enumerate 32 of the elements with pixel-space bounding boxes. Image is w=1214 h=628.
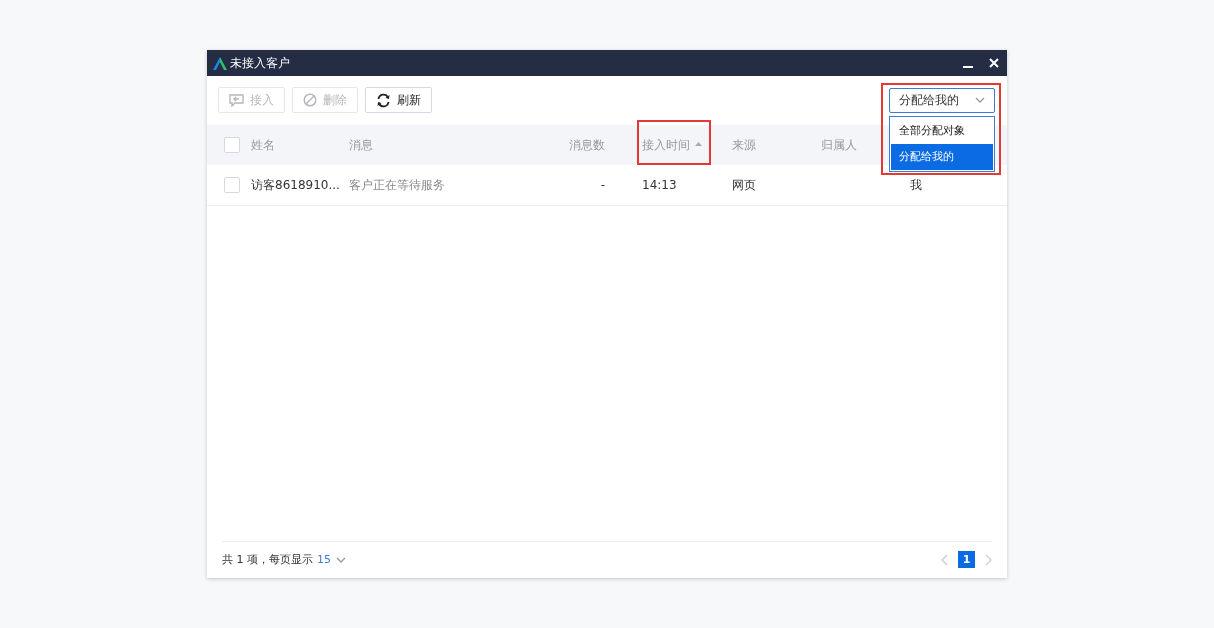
column-header[interactable]: 姓名 [251,136,275,154]
column-header[interactable]: 消息数 [569,136,605,154]
item-count-text: 共 1 项，每页显示 [222,552,313,567]
window-title: 未接入客户 [230,54,290,72]
chevron-right-icon[interactable] [985,553,992,566]
refresh-button[interactable]: 刷新 [365,87,432,113]
select-all-checkbox[interactable] [224,137,240,153]
row-checkbox[interactable] [224,177,240,193]
table-cell: - [600,178,605,192]
dropdown-option[interactable]: 分配给我的 [891,143,993,170]
column-header[interactable]: 接入时间 [642,136,702,154]
chat-arrow-icon [229,93,244,107]
table-row[interactable]: 访客8618910... 客户正在等待服务 - 14:13 网页 我 [207,165,1007,206]
table-cell: 访客8618910... [251,177,340,192]
refresh-icon [376,92,391,108]
logo-icon [213,56,227,70]
close-icon[interactable] [989,58,999,68]
page-button[interactable]: 1 [958,551,975,568]
table-cell: 14:13 [642,178,677,192]
chevron-down-icon [975,97,985,103]
table-cell: 网页 [732,177,756,192]
table-cell: 客户正在等待服务 [349,177,445,192]
prohibited-icon [303,93,317,107]
table-cell: 我 [910,177,922,192]
dropdown-option[interactable]: 全部分配对象 [891,117,993,144]
column-header[interactable]: 归属人 [821,136,857,154]
filter-dropdown[interactable]: 分配给我的 [889,87,995,113]
chevron-left-icon[interactable] [941,553,948,566]
column-header[interactable]: 消息 [349,136,373,154]
column-header[interactable]: 来源 [732,136,756,154]
chevron-down-icon [336,556,346,563]
page-size-select[interactable]: 15 [317,553,346,566]
